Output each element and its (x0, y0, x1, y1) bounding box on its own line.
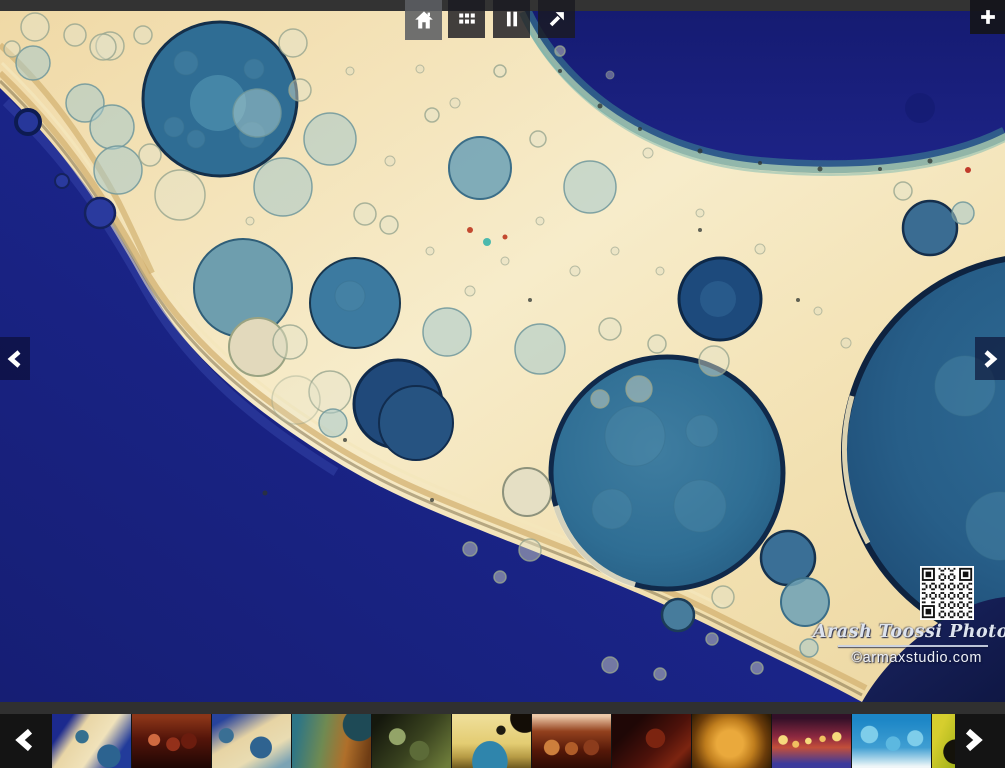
gallery-viewer: Arash Toossi Photography ©armaxstudio.co… (0, 0, 1005, 768)
next-photo-button[interactable] (975, 337, 1005, 380)
grid-icon (456, 8, 478, 30)
filmstrip-scroll-right-button[interactable] (954, 719, 992, 761)
chevron-right-icon (982, 350, 998, 368)
thumbnail-olive-dark-bubbles[interactable] (372, 714, 451, 768)
previous-photo-button[interactable] (0, 337, 30, 380)
thumbnail-amber-bubbles-row[interactable] (532, 714, 611, 768)
thumbnail-strip (52, 714, 955, 768)
fullscreen-button[interactable] (538, 0, 575, 38)
pause-button[interactable] (493, 0, 530, 38)
thumbnails-grid-button[interactable] (448, 0, 485, 38)
thumbnail-yellow-green-swirl[interactable] (932, 714, 955, 768)
thumbnail-yellow-cup-blue-bubbles[interactable] (452, 714, 531, 768)
thumbnail-dark-red-abstract[interactable] (612, 714, 691, 768)
thumbnail-oil-bubbles-blue-band-2[interactable] (212, 714, 291, 768)
plus-icon (977, 6, 999, 28)
home-icon (412, 8, 436, 32)
expand-arrow-icon (546, 8, 568, 30)
chevron-left-icon (15, 728, 35, 752)
thumbnail-teal-rust-abstract[interactable] (292, 714, 371, 768)
thumbnail-bright-blue-bubbles[interactable] (852, 714, 931, 768)
thumbnail-red-liquid-drops[interactable] (132, 714, 211, 768)
chevron-left-icon (7, 350, 23, 368)
filmstrip-scroll-left-button[interactable] (6, 719, 44, 761)
thumbnail-oil-bubbles-blue-band[interactable] (52, 714, 131, 768)
thumbnail-amber-bowl[interactable] (692, 714, 771, 768)
filmstrip-bar (0, 702, 1005, 768)
thumbnail-glowing-droplets-purple[interactable] (772, 714, 851, 768)
pause-icon (501, 8, 523, 30)
chevron-right-icon (963, 728, 983, 752)
main-photo (0, 11, 1005, 702)
home-button[interactable] (405, 0, 442, 40)
zoom-in-button[interactable] (970, 0, 1005, 34)
